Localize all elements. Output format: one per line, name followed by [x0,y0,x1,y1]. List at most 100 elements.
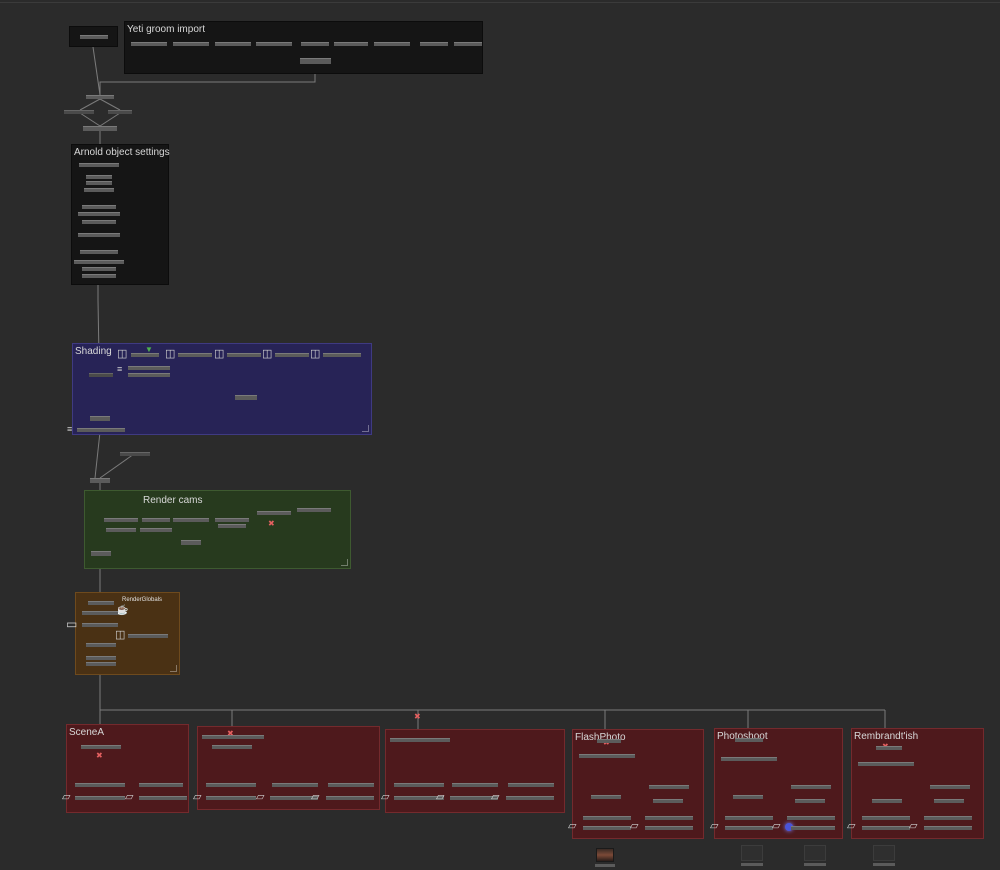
node[interactable] [82,267,116,271]
stack-icon[interactable]: ≡ [117,364,122,375]
clapperboard-icon[interactable]: ▱ [710,821,718,832]
node-graph-canvas[interactable]: Yeti groom import Arnold object settings… [0,0,1000,870]
resize-grip[interactable] [362,425,369,432]
resize-grip[interactable] [170,665,177,672]
node[interactable] [579,754,635,758]
node[interactable] [275,353,309,357]
node[interactable] [78,233,120,237]
material-icon[interactable]: ◫ [165,349,175,360]
node[interactable] [131,42,167,46]
node[interactable] [128,373,170,377]
folder-icon[interactable]: ▭ [66,618,77,630]
node[interactable] [64,110,94,114]
node[interactable] [452,783,498,787]
node[interactable] [924,826,972,830]
node[interactable] [120,452,150,456]
node[interactable] [79,163,119,167]
backdrop-unnamed-2[interactable]: ▱ ▱ ▱ [381,729,565,813]
node[interactable] [91,551,111,556]
node[interactable] [75,796,125,800]
backdrop-photoshoot[interactable]: Photoshoot ▱ ▱ [710,728,843,839]
merge-node[interactable] [300,58,331,64]
node[interactable] [139,796,187,800]
node[interactable] [90,478,110,483]
backdrop-shading[interactable]: Shading ▼ ◫ ◫ ◫ ◫ ◫ ≡ ≡ [67,343,372,435]
camera-icon[interactable]: ✖ [268,520,275,528]
node[interactable] [791,785,831,789]
node[interactable] [583,826,631,830]
merge-node[interactable] [235,395,257,400]
node[interactable] [75,783,125,787]
clapperboard-icon[interactable]: ▱ [630,821,638,832]
backdrop-flashphoto[interactable]: FlashPhoto ✖ ▱ ▱ [568,729,704,839]
clapperboard-icon[interactable]: ▱ [193,792,201,803]
node[interactable] [645,816,693,820]
node[interactable] [653,799,683,803]
node[interactable] [82,623,118,627]
node[interactable] [930,785,970,789]
backdrop-arnold-object-settings[interactable]: Arnold object settings [71,144,170,285]
node[interactable] [74,260,124,264]
node[interactable] [82,220,116,224]
node[interactable] [108,110,132,114]
clapperboard-icon[interactable]: ▱ [381,792,389,803]
node[interactable] [394,783,444,787]
backdrop-render-cams[interactable]: Render cams ✖ [84,490,351,569]
node[interactable] [84,188,114,192]
node[interactable] [787,816,835,820]
node[interactable] [88,601,114,605]
node[interactable] [257,511,291,515]
node[interactable] [725,816,773,820]
node[interactable] [721,757,777,761]
node[interactable] [86,643,116,647]
node[interactable] [82,274,116,278]
node[interactable] [86,181,112,185]
node[interactable] [90,416,110,421]
clapperboard-icon[interactable]: ▱ [125,792,133,803]
resize-grip[interactable] [341,559,348,566]
node[interactable] [323,353,361,357]
node[interactable] [81,745,121,749]
clapperboard-icon[interactable]: ▱ [311,792,319,803]
node[interactable] [374,42,410,46]
backdrop-scenea[interactable]: SceneA ✖ ▱ ▱ [62,724,189,813]
node[interactable] [86,95,114,99]
node[interactable] [82,611,118,615]
node[interactable] [78,212,120,216]
node[interactable] [131,353,159,357]
node[interactable] [795,799,825,803]
clapperboard-icon[interactable]: ▱ [568,821,576,832]
node[interactable] [215,518,249,522]
node[interactable] [212,745,252,749]
node[interactable] [83,126,117,131]
node[interactable] [862,826,910,830]
node[interactable] [202,735,264,739]
node[interactable] [597,739,621,743]
node[interactable] [178,353,212,357]
clapperboard-icon[interactable]: ▱ [847,821,855,832]
node[interactable] [272,783,318,787]
node[interactable] [227,353,261,357]
node[interactable] [218,524,246,528]
node[interactable] [142,518,170,522]
node[interactable] [733,795,763,799]
node[interactable] [206,783,256,787]
node[interactable] [173,42,209,46]
material-icon[interactable]: ◫ [310,349,320,360]
node[interactable] [924,816,972,820]
node[interactable] [173,518,209,522]
node[interactable] [934,799,964,803]
backdrop-renderglobals[interactable]: RenderGlobals ☕ ▭ ◫ [66,592,180,675]
node[interactable] [725,826,773,830]
node[interactable] [128,634,168,638]
render-thumbnail[interactable] [741,845,763,861]
material-icon[interactable]: ◫ [262,349,272,360]
backdrop-unnamed-1[interactable]: ✖ ▱ ▱ ▱ [193,726,380,810]
node[interactable] [80,35,108,39]
material-icon[interactable]: ◫ [115,630,125,641]
node[interactable] [591,795,621,799]
render-thumbnail[interactable] [873,845,895,861]
material-icon[interactable]: ◫ [214,349,224,360]
node[interactable] [89,373,113,377]
node[interactable] [328,783,374,787]
